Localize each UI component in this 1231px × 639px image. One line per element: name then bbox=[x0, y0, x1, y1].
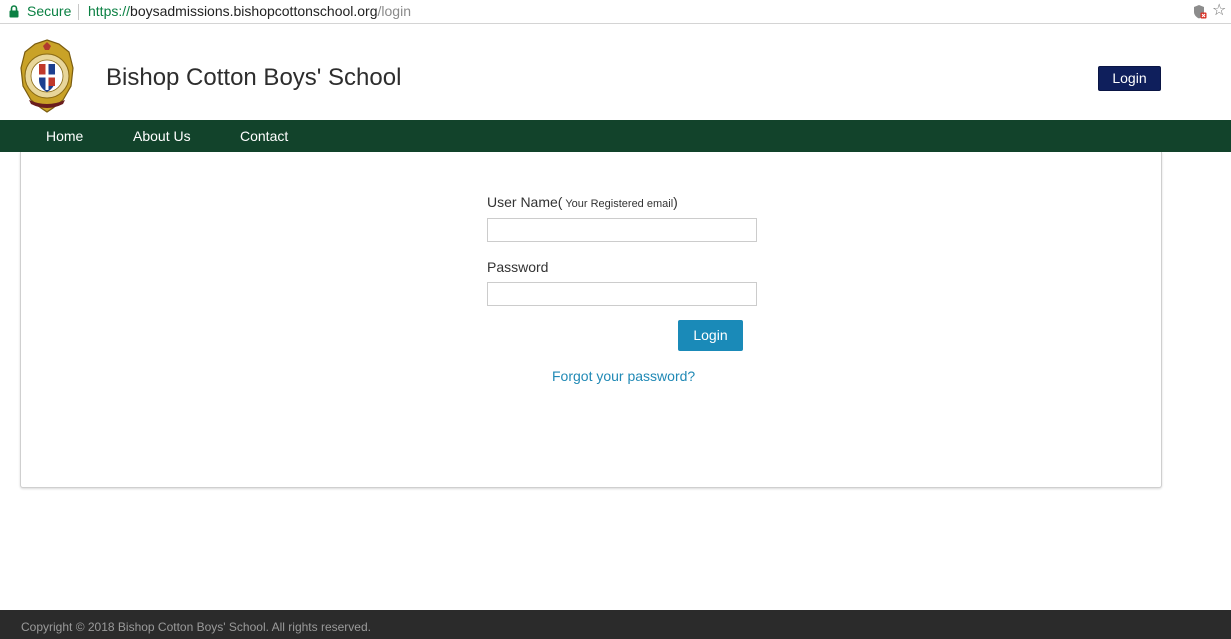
site-title: Bishop Cotton Boys' School bbox=[106, 64, 402, 91]
main-nav: Home About Us Contact bbox=[0, 120, 1231, 152]
password-input[interactable] bbox=[487, 282, 757, 306]
nav-item-contact[interactable]: Contact bbox=[240, 128, 288, 144]
url-field[interactable]: https://boysadmissions.bishopcottonschoo… bbox=[88, 3, 411, 19]
address-separator bbox=[78, 4, 79, 20]
star-icon[interactable]: ☆ bbox=[1212, 1, 1226, 21]
shield-extension-icon[interactable] bbox=[1193, 4, 1207, 20]
username-label-close: ) bbox=[673, 194, 678, 210]
nav-item-about-us[interactable]: About Us bbox=[133, 128, 191, 144]
browser-address-bar: Secure https://boysadmissions.bishopcott… bbox=[0, 0, 1231, 24]
password-label: Password bbox=[487, 259, 549, 275]
lock-icon bbox=[9, 5, 19, 18]
url-path: /login bbox=[377, 3, 411, 19]
header-login-button[interactable]: Login bbox=[1098, 66, 1161, 91]
secure-label: Secure bbox=[27, 3, 72, 19]
school-crest-logo bbox=[20, 39, 74, 113]
url-scheme: https:// bbox=[88, 3, 131, 19]
username-label-text: User Name( bbox=[487, 194, 563, 210]
username-hint: Your Registered email bbox=[562, 198, 674, 210]
login-panel: User Name( Your Registered email) Passwo… bbox=[20, 152, 1162, 488]
username-input[interactable] bbox=[487, 218, 757, 242]
login-button[interactable]: Login bbox=[678, 320, 743, 351]
site-header: Bishop Cotton Boys' School Login bbox=[0, 25, 1231, 120]
copyright-text: Copyright © 2018 Bishop Cotton Boys' Sch… bbox=[21, 620, 371, 634]
username-label: User Name( Your Registered email) bbox=[487, 194, 678, 210]
forgot-password-link[interactable]: Forgot your password? bbox=[552, 368, 695, 384]
url-host: boysadmissions.bishopcottonschool.org bbox=[130, 3, 378, 19]
site-footer: Copyright © 2018 Bishop Cotton Boys' Sch… bbox=[0, 610, 1231, 639]
nav-item-home[interactable]: Home bbox=[46, 128, 83, 144]
